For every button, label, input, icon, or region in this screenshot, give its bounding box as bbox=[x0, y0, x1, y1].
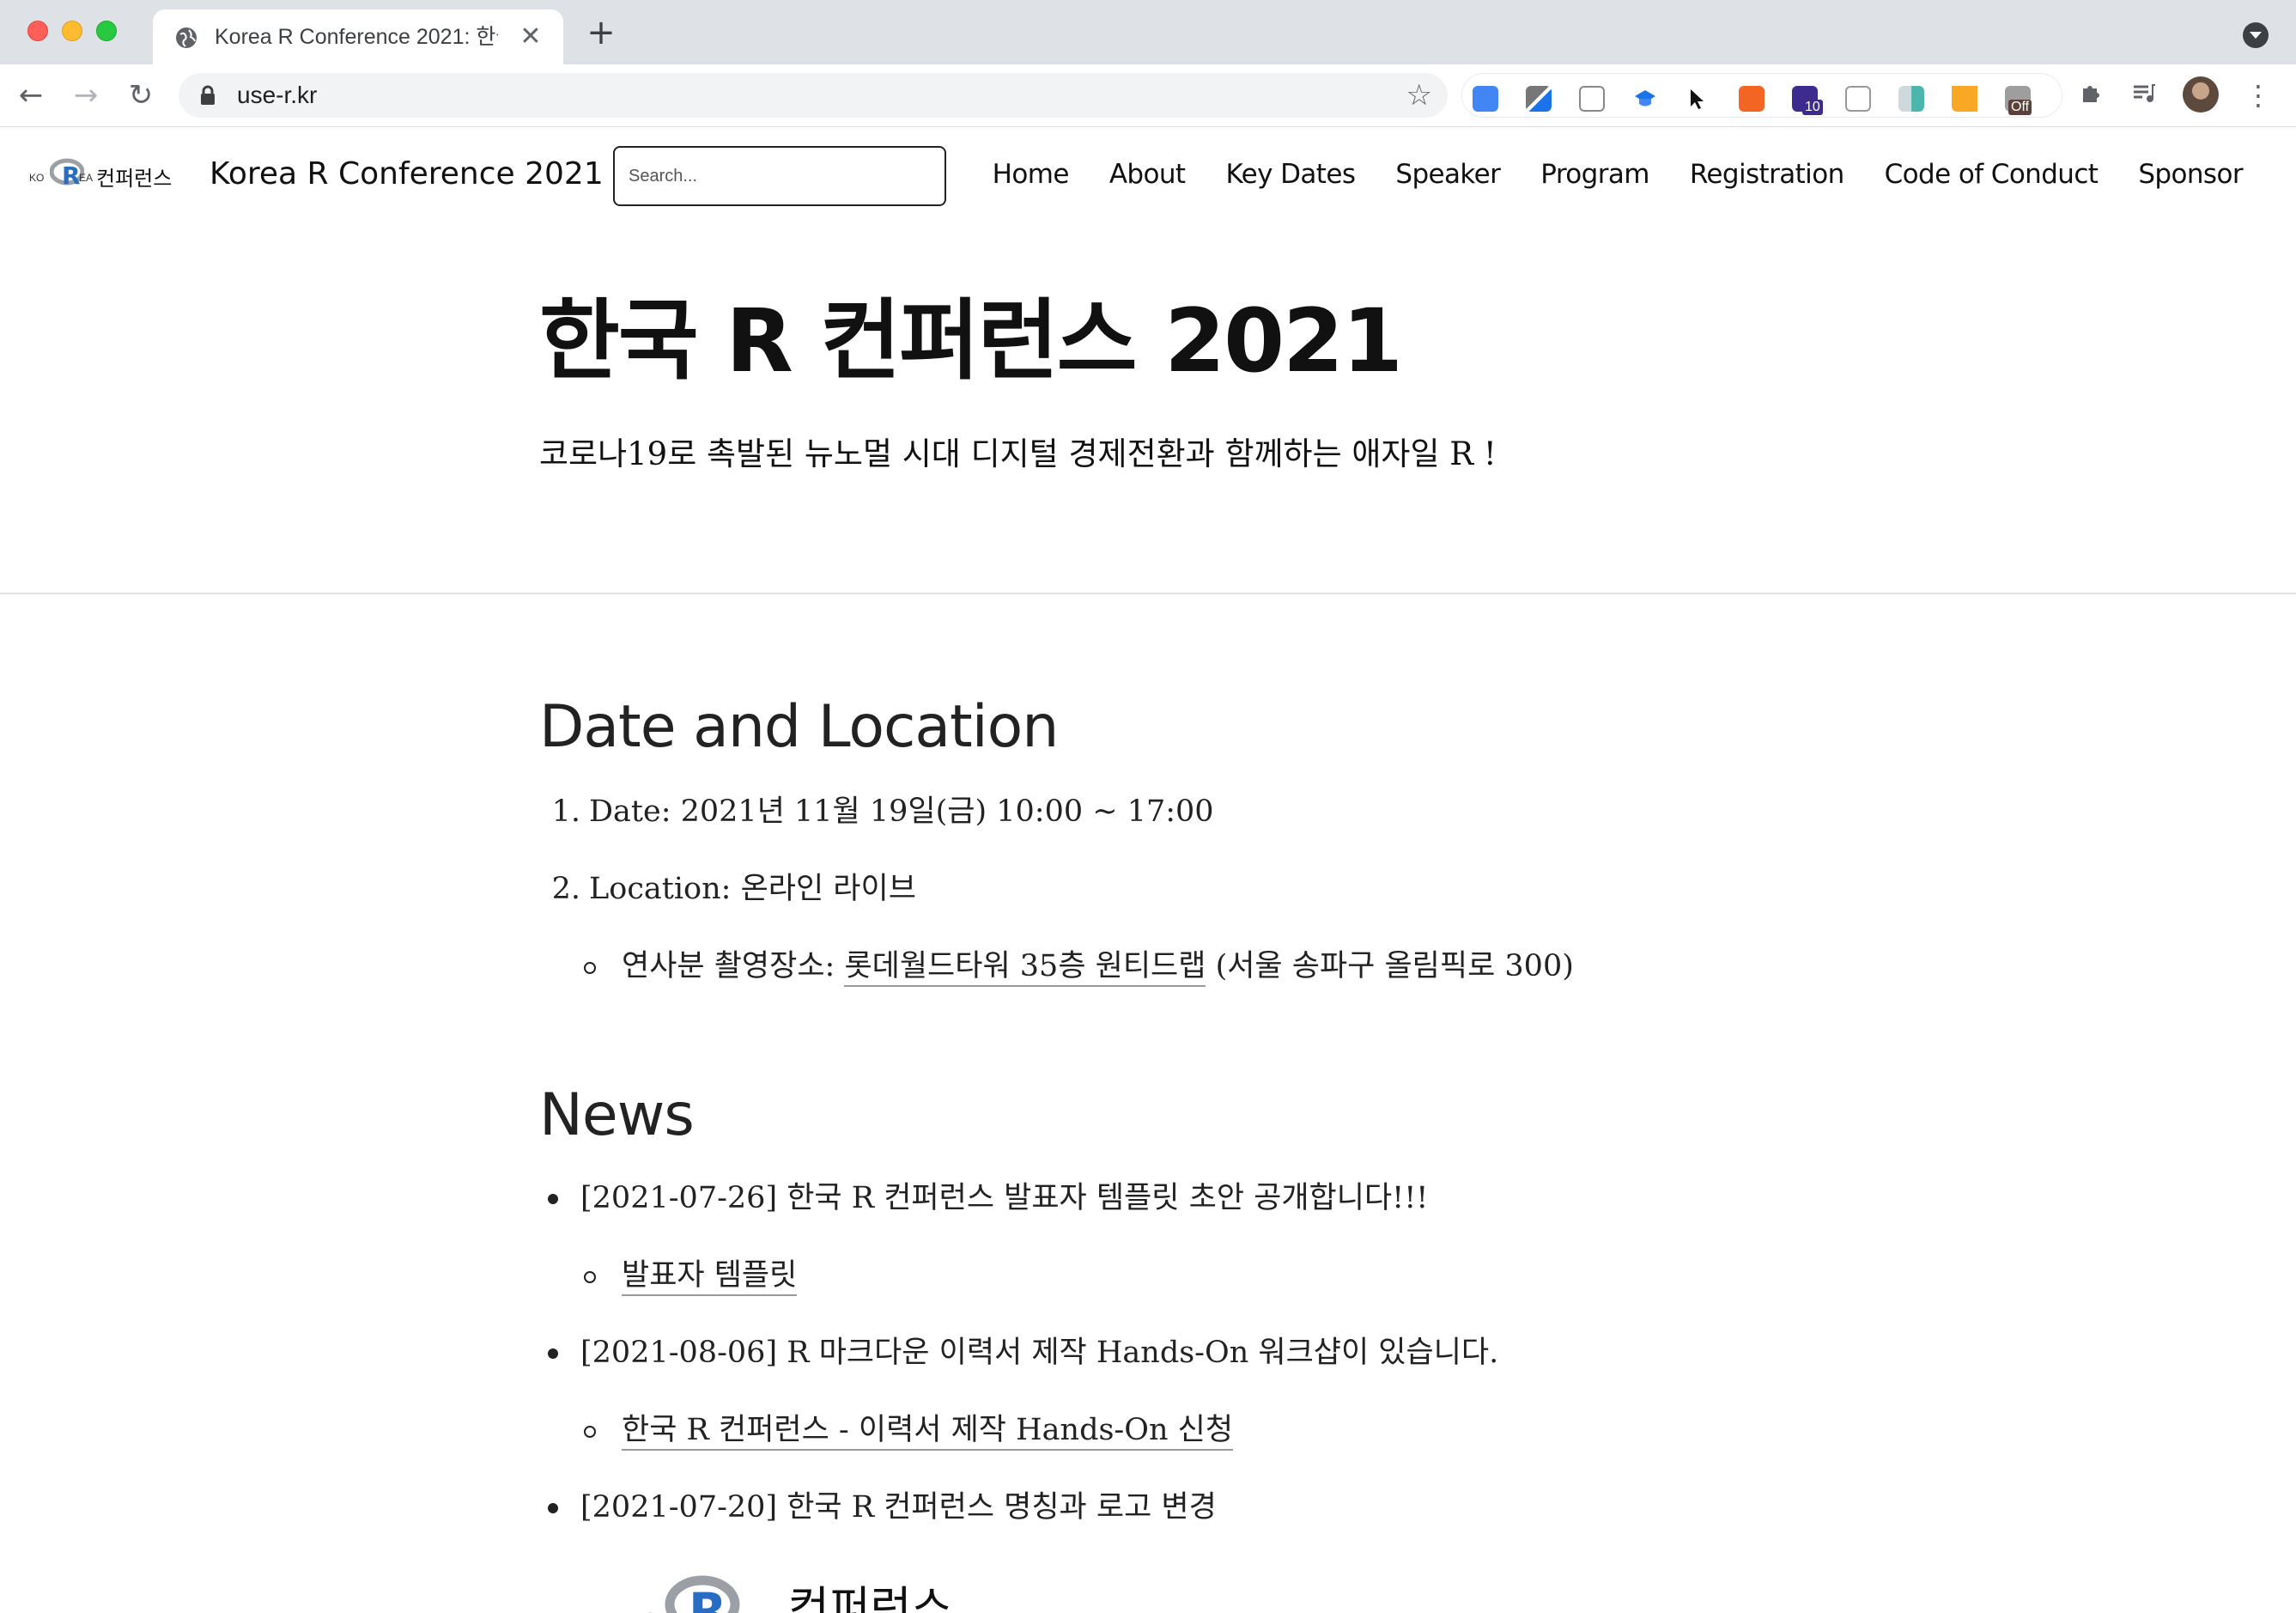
puzzle-icon[interactable] bbox=[2078, 80, 2104, 106]
url-text: use-r.kr bbox=[237, 82, 318, 108]
back-button[interactable]: ← bbox=[14, 78, 48, 113]
scholar-badge: 10 bbox=[1802, 100, 1823, 115]
logo-image-r: R bbox=[689, 1582, 727, 1613]
news-item: [2021-08-06] R 마크다운 이력서 제작 Hands-On 워크샵이… bbox=[539, 1331, 1498, 1374]
window-close-button[interactable] bbox=[27, 21, 48, 41]
date-location-heading: Date and Location bbox=[539, 693, 1059, 761]
date-item: 1. Date: 2021년 11월 19일(금) 10:00 ~ 17:00 bbox=[539, 790, 1214, 833]
window-minimize-button[interactable] bbox=[62, 21, 82, 41]
news-text: [2021-08-06] R 마크다운 이력서 제작 Hands-On 워크샵이… bbox=[580, 1336, 1499, 1370]
conference-logo-image: KO R EA 컨퍼런스 bbox=[627, 1575, 952, 1613]
eyedropper-extension-icon[interactable] bbox=[1526, 86, 1552, 112]
nav-program[interactable]: Program bbox=[1540, 153, 1649, 196]
nav-code-of-conduct[interactable]: Code of Conduct bbox=[1885, 153, 2099, 196]
reader-extension-icon[interactable] bbox=[1845, 86, 1871, 112]
logo-ea-text: EA bbox=[79, 172, 94, 184]
list-number: 1. bbox=[551, 794, 580, 829]
main-nav: Home About Key Dates Speaker Program Reg… bbox=[993, 153, 2244, 196]
site-logo[interactable]: KO R EA 컨퍼런스 bbox=[29, 158, 175, 196]
book-extension-icon[interactable] bbox=[1898, 86, 1924, 112]
news-text: [2021-07-26] 한국 R 컨퍼런스 발표자 템플릿 초안 공개합니다!… bbox=[580, 1181, 1429, 1215]
browser-tab-strip: Korea R Conference 2021: 한국 ✕ + bbox=[0, 0, 2296, 64]
circle-bullet bbox=[584, 962, 596, 974]
logo-image-ea: EA bbox=[740, 1608, 770, 1613]
translate-extension-icon[interactable] bbox=[1473, 86, 1498, 112]
scholar-extension-icon[interactable]: 10 bbox=[1792, 86, 1823, 115]
logo-korean-text: 컨퍼런스 bbox=[96, 167, 173, 191]
rss-extension-icon[interactable] bbox=[1739, 86, 1765, 112]
browser-tab[interactable]: Korea R Conference 2021: 한국 ✕ bbox=[153, 9, 563, 64]
forward-button[interactable]: → bbox=[69, 78, 103, 113]
template-link[interactable]: 발표자 템플릿 bbox=[622, 1258, 798, 1296]
nav-sponsor[interactable]: Sponsor bbox=[2138, 153, 2243, 196]
browser-menu-icon[interactable]: ⋮ bbox=[2244, 78, 2272, 113]
workshop-signup-link[interactable]: 한국 R 컨퍼런스 - 이력서 제작 Hands-On 신청 bbox=[622, 1413, 1234, 1451]
logo-r-letter: R bbox=[62, 161, 81, 189]
proxy-extension-icon[interactable]: Off bbox=[2005, 86, 2032, 115]
tab-title: Korea R Conference 2021: 한국 bbox=[215, 25, 498, 49]
hero-section: 한국 R 컨퍼런스 2021 코로나19로 촉발된 뉴노멀 시대 디지털 경제전… bbox=[0, 223, 2296, 594]
feed-extension-icon[interactable] bbox=[1952, 86, 1977, 112]
address-bar[interactable]: use-r.kr ☆ bbox=[179, 73, 1448, 118]
circle-bullet bbox=[584, 1271, 596, 1283]
news-item: [2021-07-26] 한국 R 컨퍼런스 발표자 템플릿 초안 공개합니다!… bbox=[539, 1177, 1428, 1220]
logo-image-ko: KO bbox=[627, 1608, 659, 1613]
list-number: 2. bbox=[551, 872, 580, 906]
proxy-badge: Off bbox=[2008, 100, 2032, 115]
bookmark-star-icon[interactable]: ☆ bbox=[1406, 78, 1432, 113]
news-text: [2021-07-20] 한국 R 컨퍼런스 명칭과 로고 변경 bbox=[580, 1490, 1217, 1525]
page-subtitle: 코로나19로 촉발된 뉴노멀 시대 디지털 경제전환과 함께하는 애자일 R ! bbox=[539, 435, 1497, 472]
new-tab-button[interactable]: + bbox=[584, 15, 618, 50]
disc-bullet bbox=[548, 1503, 558, 1513]
location-item: 2. Location: 온라인 라이브 bbox=[539, 867, 916, 910]
nav-about[interactable]: About bbox=[1109, 153, 1186, 196]
news-heading: News bbox=[539, 1081, 695, 1149]
venue-link[interactable]: 롯데월드타워 35층 원티드랩 bbox=[844, 949, 1206, 987]
cursor-xy-extension-icon[interactable] bbox=[1686, 86, 1711, 112]
disc-bullet bbox=[548, 1348, 558, 1359]
venue-address: (서울 송파구 올림픽로 300) bbox=[1206, 949, 1574, 983]
tab-search-button[interactable] bbox=[2243, 22, 2269, 48]
location-text: Location: 온라인 라이브 bbox=[589, 872, 916, 906]
circle-bullet bbox=[584, 1426, 596, 1438]
globe-icon bbox=[176, 27, 197, 48]
nav-home[interactable]: Home bbox=[993, 153, 1070, 196]
notes-extension-icon[interactable] bbox=[1579, 86, 1605, 112]
extensions-area: 10 Off bbox=[1461, 73, 2062, 118]
logo-ko-text: KO bbox=[29, 172, 45, 184]
nav-key-dates[interactable]: Key Dates bbox=[1225, 153, 1356, 196]
venue-label: 연사분 촬영장소: bbox=[622, 949, 845, 983]
disc-bullet bbox=[548, 1194, 558, 1204]
lock-icon bbox=[201, 85, 215, 105]
browser-toolbar: ← → ↻ use-r.kr ☆ 10 Off ⋮ bbox=[0, 64, 2296, 127]
nav-registration[interactable]: Registration bbox=[1690, 153, 1844, 196]
logo-image-korean: 컨퍼런스 bbox=[788, 1583, 952, 1613]
tab-close-icon[interactable]: ✕ bbox=[517, 23, 544, 51]
venue-item: 연사분 촬영장소: 롯데월드타워 35층 원티드랩 (서울 송파구 올림픽로 3… bbox=[539, 945, 1574, 988]
search-input[interactable] bbox=[613, 146, 946, 206]
date-text: Date: 2021년 11월 19일(금) 10:00 ~ 17:00 bbox=[589, 794, 1214, 829]
nav-speaker[interactable]: Speaker bbox=[1395, 153, 1500, 196]
reload-button[interactable]: ↻ bbox=[124, 78, 158, 113]
news-subitem: 발표자 템플릿 bbox=[539, 1254, 798, 1297]
window-maximize-button[interactable] bbox=[96, 21, 117, 41]
news-item: [2021-07-20] 한국 R 컨퍼런스 명칭과 로고 변경 bbox=[539, 1486, 1217, 1529]
profile-avatar[interactable] bbox=[2183, 76, 2219, 113]
news-subitem: 한국 R 컨퍼런스 - 이력서 제작 Hands-On 신청 bbox=[539, 1409, 1234, 1452]
main-content: Date and Location 1. Date: 2021년 11월 19일(… bbox=[539, 594, 1758, 1613]
site-header: KO R EA 컨퍼런스 Korea R Conference 2021 Hom… bbox=[0, 127, 2296, 223]
site-title[interactable]: Korea R Conference 2021 bbox=[210, 153, 604, 196]
page-title: 한국 R 컨퍼런스 2021 bbox=[539, 290, 1403, 393]
scholar-cap-extension-icon[interactable] bbox=[1632, 86, 1658, 112]
media-queue-icon[interactable] bbox=[2131, 80, 2157, 106]
